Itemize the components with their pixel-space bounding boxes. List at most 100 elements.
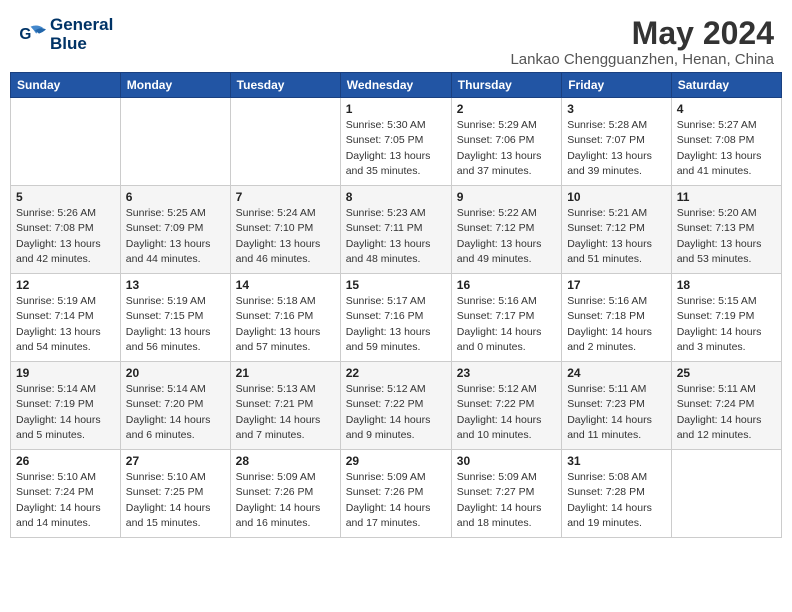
day-info: Sunrise: 5:26 AMSunset: 7:08 PMDaylight:… <box>16 206 115 267</box>
day-info: Sunrise: 5:16 AMSunset: 7:17 PMDaylight:… <box>457 294 556 355</box>
day-cell-6: 6 Sunrise: 5:25 AMSunset: 7:09 PMDaylight… <box>120 186 230 274</box>
day-number: 17 <box>567 278 666 292</box>
day-number: 24 <box>567 366 666 380</box>
day-info: Sunrise: 5:14 AMSunset: 7:20 PMDaylight:… <box>126 382 225 443</box>
day-number: 22 <box>346 366 446 380</box>
day-cell-7: 7 Sunrise: 5:24 AMSunset: 7:10 PMDaylight… <box>230 186 340 274</box>
day-number: 10 <box>567 190 666 204</box>
day-info: Sunrise: 5:17 AMSunset: 7:16 PMDaylight:… <box>346 294 446 355</box>
day-number: 2 <box>457 102 556 116</box>
day-number: 1 <box>346 102 446 116</box>
day-number: 27 <box>126 454 225 468</box>
day-number: 4 <box>677 102 776 116</box>
day-number: 6 <box>126 190 225 204</box>
day-info: Sunrise: 5:11 AMSunset: 7:23 PMDaylight:… <box>567 382 666 443</box>
logo: G General Blue <box>18 16 113 53</box>
day-info: Sunrise: 5:12 AMSunset: 7:22 PMDaylight:… <box>457 382 556 443</box>
weekday-header-sunday: Sunday <box>11 73 121 98</box>
empty-cell <box>120 98 230 186</box>
day-number: 23 <box>457 366 556 380</box>
day-info: Sunrise: 5:13 AMSunset: 7:21 PMDaylight:… <box>236 382 335 443</box>
day-cell-23: 23 Sunrise: 5:12 AMSunset: 7:22 PMDayligh… <box>451 362 561 450</box>
day-info: Sunrise: 5:23 AMSunset: 7:11 PMDaylight:… <box>346 206 446 267</box>
day-cell-11: 11 Sunrise: 5:20 AMSunset: 7:13 PMDayligh… <box>671 186 781 274</box>
day-info: Sunrise: 5:11 AMSunset: 7:24 PMDaylight:… <box>677 382 776 443</box>
page-header: G General Blue May 2024 Lankao Chengguan… <box>10 10 782 68</box>
day-info: Sunrise: 5:29 AMSunset: 7:06 PMDaylight:… <box>457 118 556 179</box>
location: Lankao Chengguanzhen, Henan, China <box>510 51 774 68</box>
day-info: Sunrise: 5:15 AMSunset: 7:19 PMDaylight:… <box>677 294 776 355</box>
day-info: Sunrise: 5:24 AMSunset: 7:10 PMDaylight:… <box>236 206 335 267</box>
day-cell-29: 29 Sunrise: 5:09 AMSunset: 7:26 PMDayligh… <box>340 450 451 538</box>
weekday-header-friday: Friday <box>562 73 672 98</box>
day-number: 7 <box>236 190 335 204</box>
day-cell-2: 2 Sunrise: 5:29 AMSunset: 7:06 PMDaylight… <box>451 98 561 186</box>
day-number: 16 <box>457 278 556 292</box>
day-info: Sunrise: 5:10 AMSunset: 7:24 PMDaylight:… <box>16 470 115 531</box>
weekday-header-wednesday: Wednesday <box>340 73 451 98</box>
day-number: 3 <box>567 102 666 116</box>
day-number: 19 <box>16 366 115 380</box>
day-info: Sunrise: 5:18 AMSunset: 7:16 PMDaylight:… <box>236 294 335 355</box>
day-info: Sunrise: 5:25 AMSunset: 7:09 PMDaylight:… <box>126 206 225 267</box>
day-info: Sunrise: 5:19 AMSunset: 7:15 PMDaylight:… <box>126 294 225 355</box>
day-number: 26 <box>16 454 115 468</box>
day-cell-19: 19 Sunrise: 5:14 AMSunset: 7:19 PMDayligh… <box>11 362 121 450</box>
day-cell-3: 3Sunrise: 5:28 AMSunset: 7:07 PMDaylight… <box>562 98 672 186</box>
day-cell-25: 25 Sunrise: 5:11 AMSunset: 7:24 PMDayligh… <box>671 362 781 450</box>
day-number: 21 <box>236 366 335 380</box>
day-cell-24: 24 Sunrise: 5:11 AMSunset: 7:23 PMDayligh… <box>562 362 672 450</box>
day-number: 30 <box>457 454 556 468</box>
weekday-header-tuesday: Tuesday <box>230 73 340 98</box>
day-cell-16: 16 Sunrise: 5:16 AMSunset: 7:17 PMDayligh… <box>451 274 561 362</box>
day-cell-8: 8Sunrise: 5:23 AMSunset: 7:11 PMDaylight… <box>340 186 451 274</box>
day-number: 31 <box>567 454 666 468</box>
day-number: 14 <box>236 278 335 292</box>
title-block: May 2024 Lankao Chengguanzhen, Henan, Ch… <box>510 16 774 68</box>
logo-icon: G <box>18 21 46 49</box>
week-row-5: 26 Sunrise: 5:10 AMSunset: 7:24 PMDayligh… <box>11 450 782 538</box>
day-info: Sunrise: 5:30 AMSunset: 7:05 PMDaylight:… <box>346 118 446 179</box>
day-cell-5: 5 Sunrise: 5:26 AMSunset: 7:08 PMDaylight… <box>11 186 121 274</box>
day-info: Sunrise: 5:12 AMSunset: 7:22 PMDaylight:… <box>346 382 446 443</box>
day-number: 20 <box>126 366 225 380</box>
week-row-1: 1 Sunrise: 5:30 AMSunset: 7:05 PMDaylight… <box>11 98 782 186</box>
svg-text:G: G <box>19 26 31 43</box>
empty-cell <box>671 450 781 538</box>
day-cell-18: 18 Sunrise: 5:15 AMSunset: 7:19 PMDayligh… <box>671 274 781 362</box>
day-info: Sunrise: 5:14 AMSunset: 7:19 PMDaylight:… <box>16 382 115 443</box>
weekday-header-row: SundayMondayTuesdayWednesdayThursdayFrid… <box>11 73 782 98</box>
day-cell-20: 20 Sunrise: 5:14 AMSunset: 7:20 PMDayligh… <box>120 362 230 450</box>
day-cell-28: 28 Sunrise: 5:09 AMSunset: 7:26 PMDayligh… <box>230 450 340 538</box>
day-info: Sunrise: 5:09 AMSunset: 7:26 PMDaylight:… <box>346 470 446 531</box>
day-cell-15: 15 Sunrise: 5:17 AMSunset: 7:16 PMDayligh… <box>340 274 451 362</box>
day-info: Sunrise: 5:10 AMSunset: 7:25 PMDaylight:… <box>126 470 225 531</box>
day-cell-21: 21 Sunrise: 5:13 AMSunset: 7:21 PMDayligh… <box>230 362 340 450</box>
calendar-table: SundayMondayTuesdayWednesdayThursdayFrid… <box>10 72 782 538</box>
day-number: 25 <box>677 366 776 380</box>
day-cell-12: 12 Sunrise: 5:19 AMSunset: 7:14 PMDayligh… <box>11 274 121 362</box>
day-cell-1: 1 Sunrise: 5:30 AMSunset: 7:05 PMDaylight… <box>340 98 451 186</box>
day-cell-26: 26 Sunrise: 5:10 AMSunset: 7:24 PMDayligh… <box>11 450 121 538</box>
day-info: Sunrise: 5:27 AMSunset: 7:08 PMDaylight:… <box>677 118 776 179</box>
day-number: 28 <box>236 454 335 468</box>
empty-cell <box>11 98 121 186</box>
day-number: 29 <box>346 454 446 468</box>
day-number: 18 <box>677 278 776 292</box>
day-cell-14: 14 Sunrise: 5:18 AMSunset: 7:16 PMDayligh… <box>230 274 340 362</box>
day-cell-31: 31Sunrise: 5:08 AMSunset: 7:28 PMDayligh… <box>562 450 672 538</box>
day-info: Sunrise: 5:09 AMSunset: 7:26 PMDaylight:… <box>236 470 335 531</box>
day-info: Sunrise: 5:19 AMSunset: 7:14 PMDaylight:… <box>16 294 115 355</box>
logo-text: General Blue <box>50 16 113 53</box>
day-number: 12 <box>16 278 115 292</box>
week-row-4: 19 Sunrise: 5:14 AMSunset: 7:19 PMDayligh… <box>11 362 782 450</box>
day-cell-10: 10Sunrise: 5:21 AMSunset: 7:12 PMDayligh… <box>562 186 672 274</box>
day-cell-17: 17Sunrise: 5:16 AMSunset: 7:18 PMDayligh… <box>562 274 672 362</box>
day-number: 5 <box>16 190 115 204</box>
week-row-2: 5 Sunrise: 5:26 AMSunset: 7:08 PMDaylight… <box>11 186 782 274</box>
day-info: Sunrise: 5:20 AMSunset: 7:13 PMDaylight:… <box>677 206 776 267</box>
day-number: 11 <box>677 190 776 204</box>
weekday-header-saturday: Saturday <box>671 73 781 98</box>
day-cell-27: 27 Sunrise: 5:10 AMSunset: 7:25 PMDayligh… <box>120 450 230 538</box>
day-number: 15 <box>346 278 446 292</box>
